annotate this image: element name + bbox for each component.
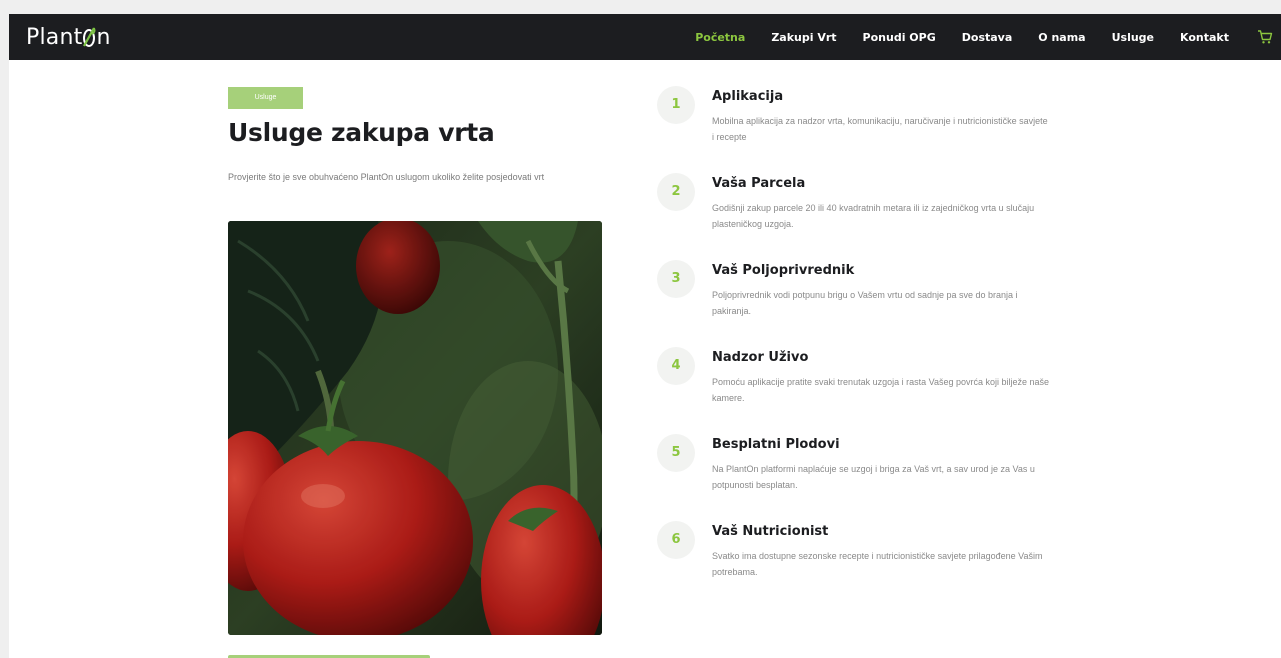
feature-text: Godišnji zakup parcele 20 ili 40 kvadrat… <box>712 203 1035 229</box>
feature-number: 3 <box>657 260 695 298</box>
logo[interactable]: Plant n <box>26 25 111 51</box>
nav-link-pocetna[interactable]: Početna <box>695 31 745 44</box>
nav-link-usluge[interactable]: Usluge <box>1112 31 1154 44</box>
navbar: Plant n Početna Zakupi Vrt Ponudi OPG Dos… <box>9 14 1281 60</box>
feature-number: 2 <box>657 173 695 211</box>
feature-item: 3 Vaš Poljoprivrednik Poljoprivrednik vo… <box>657 256 1077 343</box>
feature-item: 5 Besplatni Plodovi Na PlantOn platformi… <box>657 430 1077 517</box>
logo-text-right: n <box>96 25 111 50</box>
feature-number: 4 <box>657 347 695 385</box>
feature-item: 1 Aplikacija Mobilna aplikacija za nadzo… <box>657 82 1077 169</box>
nav-link-zakupi-vrt[interactable]: Zakupi Vrt <box>771 31 836 44</box>
feature-title: Nadzor Uživo <box>712 350 809 365</box>
feature-title: Vaš Poljoprivrednik <box>712 263 855 278</box>
nav-link-dostava[interactable]: Dostava <box>962 31 1013 44</box>
logo-leaf-icon <box>82 25 96 50</box>
feature-title: Aplikacija <box>712 89 784 104</box>
nav-link-kontakt[interactable]: Kontakt <box>1180 31 1229 44</box>
nav-links: Početna Zakupi Vrt Ponudi OPG Dostava O … <box>669 14 1229 60</box>
feature-item: 4 Nadzor Uživo Pomoću aplikacije pratite… <box>657 343 1077 430</box>
feature-text: Svatko ima dostupne sezonske recepte i n… <box>712 551 1043 577</box>
feature-text: Mobilna aplikacija za nadzor vrta, komun… <box>712 116 1048 142</box>
nav-link-o-nama[interactable]: O nama <box>1038 31 1085 44</box>
feature-item: 6 Vaš Nutricionist Svatko ima dostupne s… <box>657 517 1077 604</box>
section-badge: Usluge <box>228 87 303 109</box>
logo-text-left: Plant <box>26 25 83 50</box>
tomato-hero-image <box>228 221 602 635</box>
feature-title: Vaša Parcela <box>712 176 806 191</box>
feature-title: Vaš Nutricionist <box>712 524 829 539</box>
feature-number: 1 <box>657 86 695 124</box>
feature-title: Besplatni Plodovi <box>712 437 840 452</box>
features-list: 1 Aplikacija Mobilna aplikacija za nadzo… <box>657 82 1077 604</box>
page-subtitle: Provjerite što je sve obuhvaćeno PlantOn… <box>228 172 545 182</box>
feature-number: 6 <box>657 521 695 559</box>
feature-number: 5 <box>657 434 695 472</box>
page-title: Usluge zakupa vrta <box>228 118 495 147</box>
page: Plant n Početna Zakupi Vrt Ponudi OPG Dos… <box>9 14 1281 658</box>
feature-text: Na PlantOn platformi naplaćuje se uzgoj … <box>712 464 1035 490</box>
feature-text: Poljoprivrednik vodi potpunu brigu o Vaš… <box>712 290 1018 316</box>
feature-item: 2 Vaša Parcela Godišnji zakup parcele 20… <box>657 169 1077 256</box>
nav-link-ponudi-opg[interactable]: Ponudi OPG <box>863 31 936 44</box>
cart-icon[interactable] <box>1257 29 1273 45</box>
feature-text: Pomoću aplikacije pratite svaki trenutak… <box>712 377 1050 403</box>
